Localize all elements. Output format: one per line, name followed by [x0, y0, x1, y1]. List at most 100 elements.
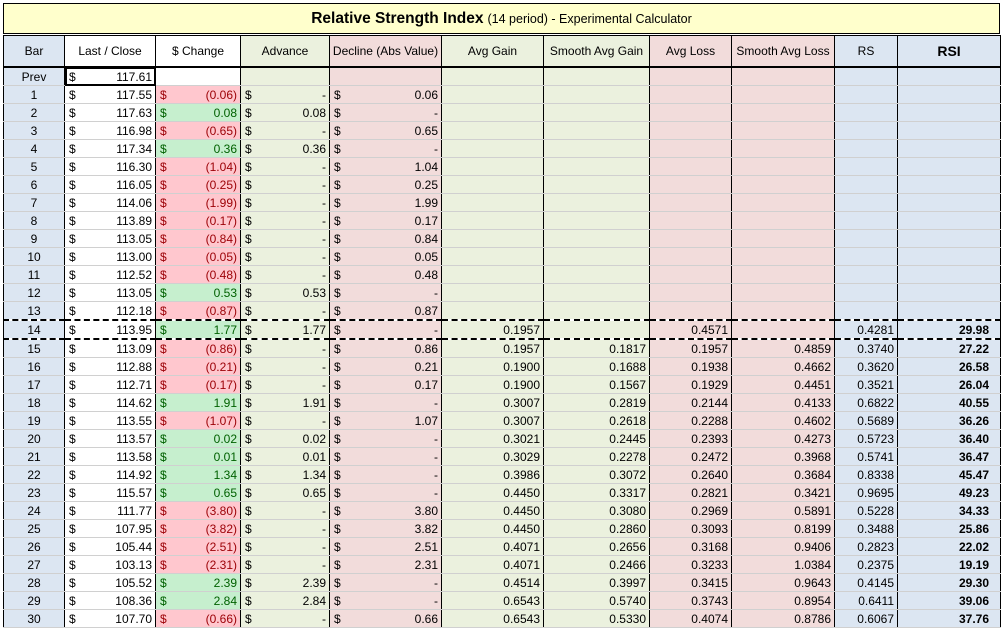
rs-cell[interactable]: 0.4281 [834, 319, 898, 340]
avg-gain-cell[interactable]: 0.4450 [441, 483, 544, 502]
decline-cell[interactable]: $ - [329, 319, 442, 340]
smooth-avg-loss-cell[interactable] [731, 67, 835, 86]
smooth-avg-gain-cell[interactable] [543, 85, 650, 104]
rs-cell[interactable]: 0.9695 [834, 483, 898, 502]
decline-cell[interactable]: $1.04 [329, 157, 442, 176]
close-cell[interactable]: $113.89 [64, 211, 156, 230]
rsi-cell[interactable]: 45.47 [897, 465, 1001, 484]
change-cell[interactable]: $1.77 [155, 319, 241, 340]
rsi-cell[interactable] [897, 211, 1001, 230]
decline-cell[interactable]: $0.21 [329, 357, 442, 376]
header-decline[interactable]: Decline (Abs Value) [329, 35, 442, 68]
rs-cell[interactable] [834, 157, 898, 176]
change-cell[interactable]: $0.36 [155, 139, 241, 158]
advance-cell[interactable]: $0.65 [240, 483, 330, 502]
rs-cell[interactable]: 0.2823 [834, 537, 898, 556]
change-cell[interactable]: $ (0.66) [155, 609, 241, 628]
decline-cell[interactable]: $0.05 [329, 247, 442, 266]
decline-cell[interactable]: $ - [329, 393, 442, 412]
decline-cell[interactable]: $0.65 [329, 121, 442, 140]
smooth-avg-loss-cell[interactable]: 0.4662 [731, 357, 835, 376]
decline-cell[interactable]: $ - [329, 103, 442, 122]
avg-loss-cell[interactable]: 0.1957 [649, 339, 732, 358]
avg-loss-cell[interactable]: 0.2472 [649, 447, 732, 466]
rs-cell[interactable]: 0.5228 [834, 501, 898, 520]
rs-cell[interactable] [834, 121, 898, 140]
change-cell[interactable]: $ (0.06) [155, 85, 241, 104]
avg-gain-cell[interactable] [441, 283, 544, 302]
close-cell[interactable]: $111.77 [64, 501, 156, 520]
rsi-cell[interactable]: 27.22 [897, 339, 1001, 358]
smooth-avg-loss-cell[interactable] [731, 157, 835, 176]
rsi-cell[interactable] [897, 265, 1001, 284]
smooth-avg-gain-cell[interactable] [543, 103, 650, 122]
avg-loss-cell[interactable] [649, 301, 732, 321]
rs-cell[interactable] [834, 85, 898, 104]
smooth-avg-gain-cell[interactable]: 0.2445 [543, 429, 650, 448]
avg-loss-cell[interactable] [649, 229, 732, 248]
avg-loss-cell[interactable] [649, 265, 732, 284]
smooth-avg-loss-cell[interactable]: 0.8786 [731, 609, 835, 628]
rsi-cell[interactable] [897, 139, 1001, 158]
header-change[interactable]: $ Change [155, 35, 241, 68]
smooth-avg-gain-cell[interactable]: 0.1567 [543, 375, 650, 394]
smooth-avg-loss-cell[interactable]: 1.0384 [731, 555, 835, 574]
decline-cell[interactable]: $ - [329, 573, 442, 592]
rsi-cell[interactable]: 29.98 [897, 319, 1001, 340]
avg-gain-cell[interactable] [441, 211, 544, 230]
change-cell[interactable]: $2.39 [155, 573, 241, 592]
rs-cell[interactable] [834, 301, 898, 321]
avg-gain-cell[interactable] [441, 103, 544, 122]
smooth-avg-gain-cell[interactable]: 0.3317 [543, 483, 650, 502]
advance-cell[interactable]: $ - [240, 175, 330, 194]
close-cell[interactable]: $113.95 [64, 319, 156, 340]
decline-cell[interactable]: $ - [329, 283, 442, 302]
avg-gain-cell[interactable] [441, 247, 544, 266]
bar-cell[interactable]: 26 [3, 537, 65, 556]
smooth-avg-gain-cell[interactable]: 0.3072 [543, 465, 650, 484]
close-cell[interactable]: $113.09 [64, 339, 156, 358]
avg-gain-cell[interactable]: 0.3007 [441, 411, 544, 430]
smooth-avg-gain-cell[interactable] [543, 283, 650, 302]
smooth-avg-gain-cell[interactable] [543, 247, 650, 266]
avg-loss-cell[interactable]: 0.4074 [649, 609, 732, 628]
smooth-avg-loss-cell[interactable] [731, 265, 835, 284]
avg-gain-cell[interactable]: 0.1957 [441, 339, 544, 358]
header-smooth-avg-loss[interactable]: Smooth Avg Loss [731, 35, 835, 68]
change-cell[interactable]: $ (0.65) [155, 121, 241, 140]
change-cell[interactable]: $0.08 [155, 103, 241, 122]
advance-cell[interactable]: $ - [240, 555, 330, 574]
bar-cell[interactable]: 14 [3, 319, 65, 340]
bar-cell[interactable]: 27 [3, 555, 65, 574]
close-cell[interactable]: $116.30 [64, 157, 156, 176]
close-cell[interactable]: $117.55 [64, 85, 156, 104]
close-cell[interactable]: $113.00 [64, 247, 156, 266]
advance-cell[interactable]: $ - [240, 501, 330, 520]
avg-loss-cell[interactable] [649, 121, 732, 140]
close-cell[interactable]: $113.58 [64, 447, 156, 466]
change-cell[interactable]: $ (0.05) [155, 247, 241, 266]
decline-cell[interactable] [329, 67, 442, 86]
avg-gain-cell[interactable]: 0.1957 [441, 319, 544, 340]
bar-cell[interactable]: 22 [3, 465, 65, 484]
close-cell[interactable]: $116.98 [64, 121, 156, 140]
avg-loss-cell[interactable]: 0.1938 [649, 357, 732, 376]
bar-cell[interactable]: 30 [3, 609, 65, 628]
close-cell[interactable]: $112.71 [64, 375, 156, 394]
smooth-avg-gain-cell[interactable]: 0.3080 [543, 501, 650, 520]
smooth-avg-gain-cell[interactable] [543, 229, 650, 248]
advance-cell[interactable]: $1.91 [240, 393, 330, 412]
avg-loss-cell[interactable] [649, 103, 732, 122]
advance-cell[interactable]: $ - [240, 85, 330, 104]
advance-cell[interactable]: $0.08 [240, 103, 330, 122]
avg-loss-cell[interactable]: 0.2640 [649, 465, 732, 484]
smooth-avg-gain-cell[interactable] [543, 319, 650, 340]
bar-cell[interactable]: 16 [3, 357, 65, 376]
close-cell[interactable]: $105.52 [64, 573, 156, 592]
decline-cell[interactable]: $ - [329, 429, 442, 448]
bar-cell[interactable]: 21 [3, 447, 65, 466]
rsi-cell[interactable] [897, 283, 1001, 302]
bar-cell[interactable]: 8 [3, 211, 65, 230]
avg-gain-cell[interactable] [441, 85, 544, 104]
header-rsi[interactable]: RSI [897, 35, 1001, 68]
